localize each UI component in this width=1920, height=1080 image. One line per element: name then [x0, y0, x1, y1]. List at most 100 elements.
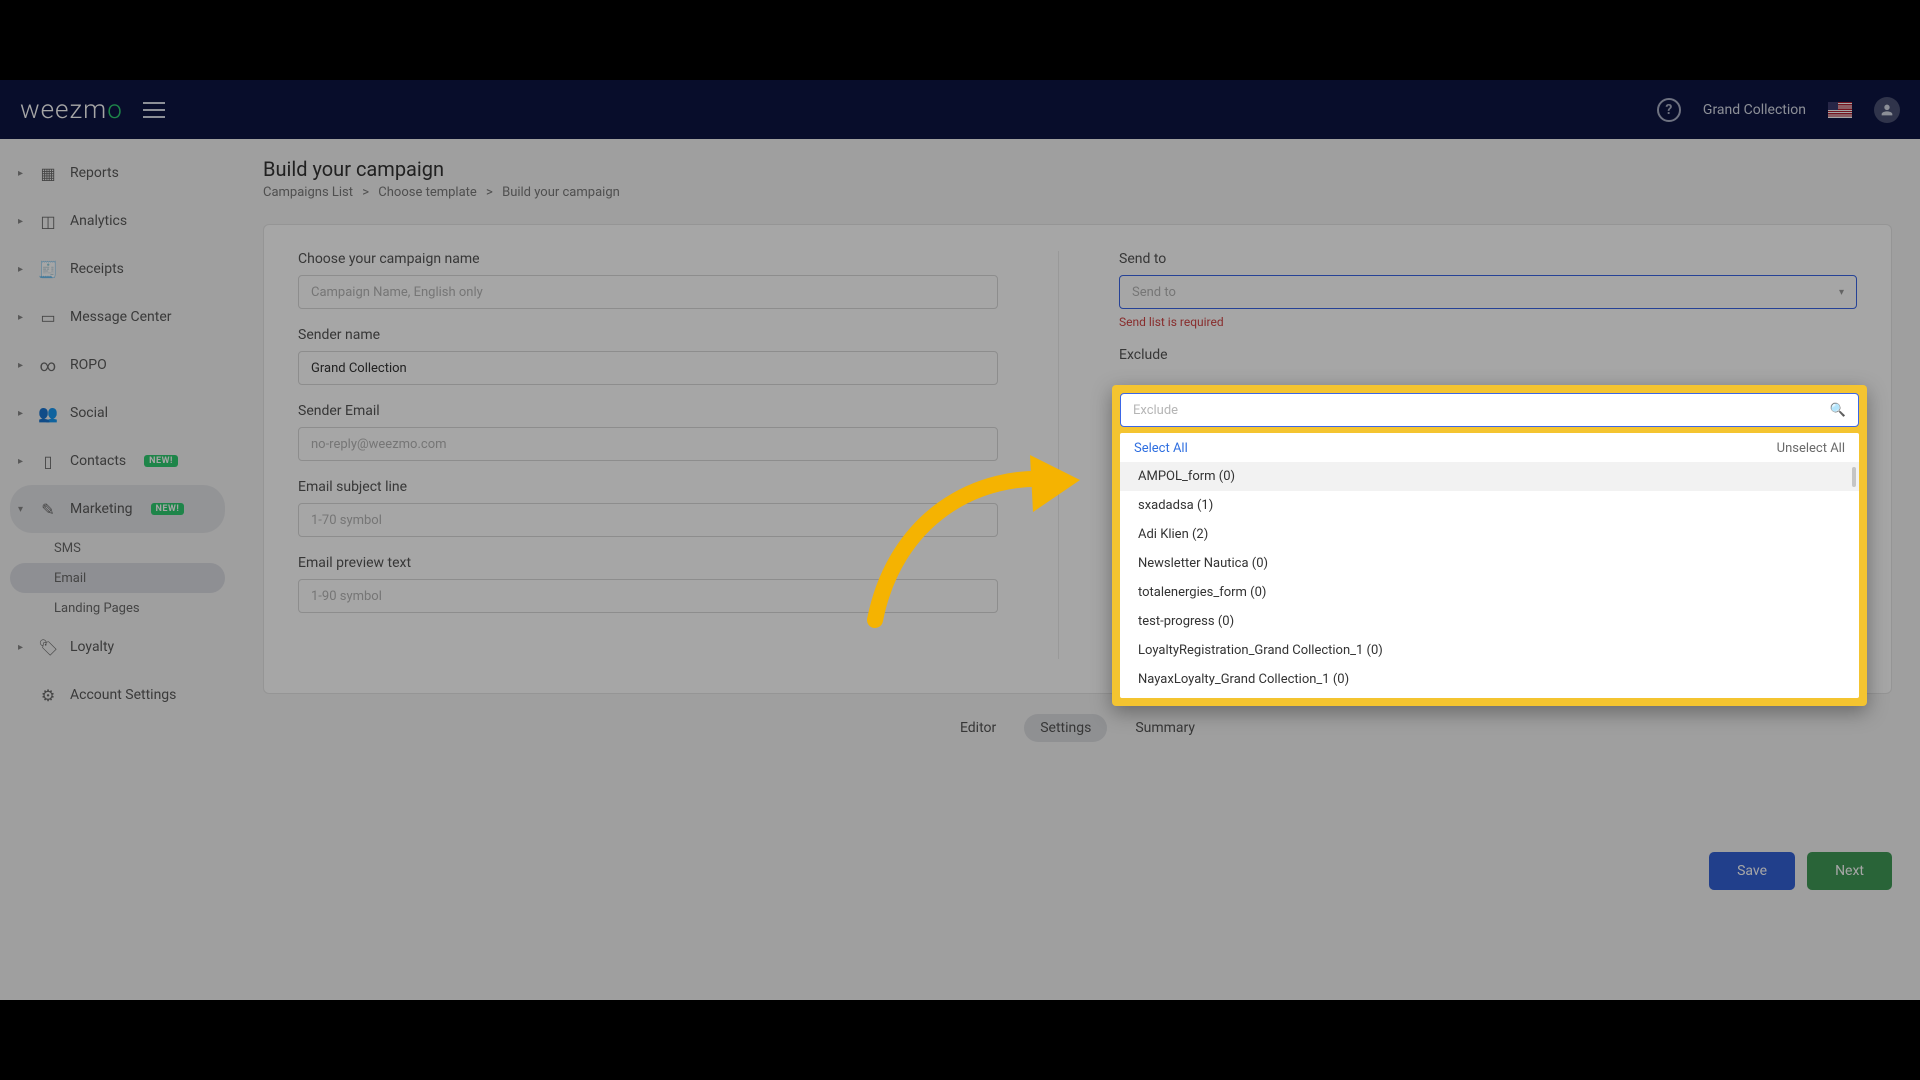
- sidebar-item-label: Contacts: [70, 453, 126, 469]
- tab-settings[interactable]: Settings: [1024, 714, 1107, 742]
- breadcrumb-sep: >: [486, 185, 493, 200]
- breadcrumb-item[interactable]: Campaigns List: [263, 185, 353, 200]
- app-header: weezmo ? Grand Collection: [0, 80, 1920, 139]
- next-button[interactable]: Next: [1807, 852, 1892, 890]
- chevron-right-icon: ▸: [18, 312, 26, 323]
- help-icon[interactable]: ?: [1657, 98, 1681, 122]
- sidebar-item-loyalty[interactable]: ▸ 🏷 Loyalty: [0, 623, 235, 671]
- breadcrumb: Campaigns List > Choose template > Build…: [263, 185, 1892, 200]
- sidebar-item-label: Loyalty: [70, 639, 114, 655]
- action-bar: Save Next: [1709, 852, 1892, 890]
- send-to-error: Send list is required: [1119, 315, 1857, 329]
- logo-o-icon: o: [107, 95, 123, 125]
- sender-name-input[interactable]: [298, 351, 998, 385]
- unselect-all-link[interactable]: Unselect All: [1777, 441, 1845, 456]
- preview-text-input[interactable]: [298, 579, 998, 613]
- sidebar-item-analytics[interactable]: ▸ ◫ Analytics: [0, 197, 235, 245]
- save-button[interactable]: Save: [1709, 852, 1795, 890]
- sidebar-item-social[interactable]: ▸👥Social: [0, 389, 235, 437]
- logo: weezmo: [20, 95, 123, 125]
- sidebar-item-receipts[interactable]: ▸ 🧾 Receipts: [0, 245, 235, 293]
- sidebar-item-account-settings[interactable]: ⚙ Account Settings: [0, 671, 235, 719]
- letterbox-top: [0, 0, 1920, 80]
- send-to-label: Send to: [1119, 251, 1857, 267]
- search-icon: 🔍: [1830, 403, 1846, 418]
- dropdown-option[interactable]: totalenergies_form (0): [1120, 578, 1859, 607]
- send-to-placeholder: Send to: [1132, 285, 1176, 300]
- chevron-right-icon: ▸: [18, 264, 26, 275]
- send-to-select[interactable]: Send to ▾: [1119, 275, 1857, 309]
- tab-summary[interactable]: Summary: [1119, 714, 1211, 742]
- sidebar-item-ropo[interactable]: ▸∞ROPO: [0, 341, 235, 389]
- analytics-icon: ◫: [38, 212, 58, 231]
- scrollbar-thumb[interactable]: [1852, 467, 1856, 487]
- sidebar: ▸ ▦ Reports ▸ ◫ Analytics ▸ 🧾 Receipts ▸ ▭ Messa…: [0, 139, 235, 1000]
- chevron-right-icon: ▸: [18, 216, 26, 227]
- exclude-placeholder: Exclude: [1133, 403, 1178, 418]
- tab-editor[interactable]: Editor: [944, 714, 1012, 742]
- breadcrumb-item[interactable]: Choose template: [378, 185, 477, 200]
- dropdown-header: Select All Unselect All: [1120, 433, 1859, 462]
- chevron-right-icon: ▸: [18, 642, 26, 653]
- select-all-link[interactable]: Select All: [1134, 441, 1188, 456]
- breadcrumb-item: Build your campaign: [502, 185, 620, 200]
- dropdown-option[interactable]: AMPOL_form (0): [1120, 462, 1859, 491]
- sidebar-item-label: Receipts: [70, 261, 124, 277]
- sidebar-item-label: Account Settings: [70, 687, 176, 703]
- campaign-name-input[interactable]: [298, 275, 998, 309]
- wizard-tabs: Editor Settings Summary: [263, 714, 1892, 742]
- loyalty-icon: 🏷: [38, 638, 58, 657]
- reports-icon: ▦: [38, 164, 58, 183]
- dropdown-option[interactable]: test-progress (0): [1120, 607, 1859, 636]
- page-title: Build your campaign: [263, 157, 1892, 181]
- preview-text-label: Email preview text: [298, 555, 998, 571]
- sender-email-input[interactable]: [298, 427, 998, 461]
- campaign-name-label: Choose your campaign name: [298, 251, 998, 267]
- dropdown-list: AMPOL_form (0) sxadadsa (1) Adi Klien (2…: [1120, 462, 1859, 698]
- sender-name-label: Sender name: [298, 327, 998, 343]
- receipts-icon: 🧾: [38, 260, 58, 279]
- gear-icon: ⚙: [38, 686, 58, 705]
- sidebar-sub-email[interactable]: Email: [10, 563, 225, 593]
- chevron-right-icon: ▸: [18, 408, 26, 419]
- logo-text: weezm: [20, 95, 107, 125]
- locale-flag-icon[interactable]: [1828, 102, 1852, 118]
- dropdown-option[interactable]: sxadadsa (1): [1120, 491, 1859, 520]
- sidebar-item-label: Reports: [70, 165, 119, 181]
- dropdown-option[interactable]: Newsletter Nautica (0): [1120, 549, 1859, 578]
- org-name[interactable]: Grand Collection: [1703, 102, 1806, 118]
- message-icon: ▭: [38, 308, 58, 327]
- exclude-search-input[interactable]: Exclude 🔍: [1120, 393, 1859, 427]
- contacts-icon: ▯: [38, 452, 58, 471]
- sidebar-item-message-center[interactable]: ▸ ▭ Message Center: [0, 293, 235, 341]
- exclude-dropdown: Select All Unselect All AMPOL_form (0) s…: [1120, 433, 1859, 698]
- chevron-right-icon: ▸: [18, 168, 26, 179]
- subject-input[interactable]: [298, 503, 998, 537]
- sender-email-label: Sender Email: [298, 403, 998, 419]
- user-avatar-icon[interactable]: [1874, 97, 1900, 123]
- sidebar-item-contacts[interactable]: ▸ ▯ Contacts NEW!: [0, 437, 235, 485]
- breadcrumb-sep: >: [362, 185, 369, 200]
- dropdown-option[interactable]: NayaxLoyalty_Grand Collection_1 (0): [1120, 665, 1859, 694]
- sidebar-item-reports[interactable]: ▸ ▦ Reports: [0, 149, 235, 197]
- chevron-down-icon: ▾: [18, 504, 26, 515]
- sidebar-item-label: Message Center: [70, 309, 172, 325]
- sidebar-item-marketing[interactable]: ▾✎MarketingNEW!: [10, 485, 225, 533]
- sidebar-item-label: ROPO: [70, 357, 107, 373]
- new-badge: NEW!: [144, 455, 178, 467]
- chevron-right-icon: ▸: [18, 360, 26, 371]
- dropdown-option[interactable]: LoyaltyRegistration_Grand Collection_1 (…: [1120, 636, 1859, 665]
- dropdown-option[interactable]: Adi Klien (2): [1120, 520, 1859, 549]
- menu-toggle-button[interactable]: [143, 102, 165, 118]
- chevron-down-icon: ▾: [1839, 287, 1844, 298]
- new-badge: NEW!: [151, 503, 185, 515]
- sidebar-item-label: Analytics: [70, 213, 127, 229]
- sidebar-item-label: Marketing: [70, 501, 133, 517]
- sidebar-sub-landing-pages[interactable]: Landing Pages: [0, 593, 235, 623]
- header-right: ? Grand Collection: [1657, 97, 1900, 123]
- sidebar-sub-sms[interactable]: SMS: [0, 533, 235, 563]
- exclude-label: Exclude: [1119, 347, 1857, 363]
- chevron-right-icon: ▸: [18, 456, 26, 467]
- subject-label: Email subject line: [298, 479, 998, 495]
- social-icon: 👥: [38, 404, 58, 423]
